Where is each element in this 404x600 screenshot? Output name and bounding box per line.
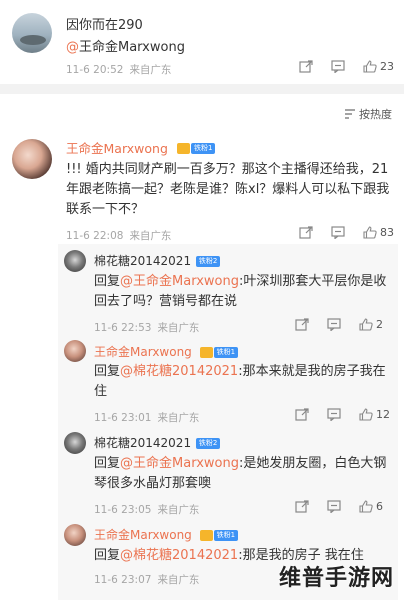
share-icon[interactable] bbox=[299, 226, 313, 239]
comment-text: !!! 婚内共同财产刷一百多万？那这个主播得还给我，21年跟老陈搞一起？老陈是谁… bbox=[66, 162, 390, 217]
section-divider bbox=[0, 84, 404, 94]
reply-time: 11-6 23:05 bbox=[94, 503, 152, 516]
reply-word: 回复 bbox=[94, 274, 121, 289]
reply-source: 来自广东 bbox=[157, 322, 200, 334]
comment-actions: 83 bbox=[281, 226, 394, 239]
reply-source: 来自广东 bbox=[157, 574, 200, 586]
thumbs-up-icon[interactable] bbox=[359, 500, 373, 513]
reply-time: 11-6 22:53 bbox=[94, 321, 152, 334]
share-icon[interactable] bbox=[295, 500, 309, 513]
reply-time: 11-6 23:07 bbox=[94, 573, 152, 586]
comment-time: 11-6 22:08 bbox=[66, 229, 124, 242]
reply-source: 来自广东 bbox=[157, 412, 200, 424]
reply-header: 棉花糖20142021 铁粉2 bbox=[94, 252, 221, 269]
reply-header: 棉花糖20142021 铁粉2 bbox=[94, 434, 221, 451]
fans-badge: 铁粉1 bbox=[213, 530, 239, 541]
comment-meta: 11-6 22:08 来自广东 bbox=[66, 228, 171, 243]
top-comment: 因你而在290 @王命金Marxwong 11-6 20:52 来自广东 23 bbox=[0, 0, 404, 84]
avatar[interactable] bbox=[12, 13, 52, 53]
reply-actions: 2 bbox=[277, 318, 390, 331]
share-icon[interactable] bbox=[295, 318, 309, 331]
like-count: 83 bbox=[380, 226, 394, 239]
reply-username[interactable]: 王命金Marxwong bbox=[94, 528, 192, 542]
reply-username[interactable]: 棉花糖20142021 bbox=[94, 254, 191, 268]
comment-icon[interactable] bbox=[331, 226, 345, 239]
mention-name[interactable]: @王命金Marxwong bbox=[120, 456, 239, 471]
thumbs-up-icon[interactable] bbox=[363, 226, 377, 239]
crown-icon bbox=[199, 347, 213, 358]
reply-meta: 11-6 23:01 来自广东 bbox=[94, 410, 199, 425]
comment-username[interactable]: 因你而在290 bbox=[66, 14, 143, 33]
reply-username[interactable]: 王命金Marxwong bbox=[94, 345, 192, 359]
reply-meta: 11-6 22:53 来自广东 bbox=[94, 320, 199, 335]
sort-icon bbox=[345, 109, 355, 119]
crown-icon bbox=[199, 530, 213, 541]
comment-icon[interactable] bbox=[327, 408, 341, 421]
comment-username[interactable]: 王命金Marxwong bbox=[66, 141, 168, 156]
reply-header: 王命金Marxwong 铁粉1 bbox=[94, 526, 239, 543]
reply-word: 回复 bbox=[94, 364, 121, 379]
comment-source: 来自广东 bbox=[129, 230, 172, 242]
comment-actions: 23 bbox=[281, 60, 394, 73]
like-count: 2 bbox=[376, 318, 383, 331]
mention-name[interactable]: @棉花糖20142021 bbox=[120, 364, 238, 379]
reply-time: 11-6 23:01 bbox=[94, 411, 152, 424]
fans-badge: 铁粉1 bbox=[213, 347, 239, 358]
reply-meta: 11-6 23:05 来自广东 bbox=[94, 502, 199, 517]
sort-label: 按热度 bbox=[359, 108, 392, 121]
reply-actions: 6 bbox=[277, 500, 390, 513]
sort-by-hot-button[interactable]: 按热度 bbox=[344, 106, 392, 122]
reply-word: 回复 bbox=[94, 456, 121, 471]
reply-username[interactable]: 棉花糖20142021 bbox=[94, 436, 191, 450]
reply-thread: 棉花糖20142021 铁粉2 回复@王命金Marxwong:叶深圳那套大平层你… bbox=[58, 244, 398, 600]
fans-badge: 铁粉1 bbox=[190, 143, 216, 154]
thumbs-up-icon[interactable] bbox=[359, 408, 373, 421]
mention-prefix[interactable]: @ bbox=[66, 40, 79, 55]
comment-meta: 11-6 20:52 来自广东 bbox=[66, 62, 171, 77]
like-count: 6 bbox=[376, 500, 383, 513]
reply-word: 回复 bbox=[94, 548, 121, 563]
mention-name[interactable]: 王命金Marxwong bbox=[79, 40, 185, 55]
avatar[interactable] bbox=[64, 432, 86, 454]
mention-name[interactable]: @棉花糖20142021 bbox=[120, 548, 238, 563]
reply-text: 回复@王命金Marxwong:是她发朋友圈，白色大钢琴很多水晶灯那套噢 bbox=[94, 454, 392, 494]
reply-text: 回复@王命金Marxwong:叶深圳那套大平层你是收回去了吗？营销号都在说 bbox=[94, 272, 392, 312]
reply-text: 回复@棉花糖20142021:那本来就是我的房子我在住 bbox=[94, 362, 392, 402]
avatar[interactable] bbox=[64, 340, 86, 362]
fans-badge: 铁粉2 bbox=[195, 256, 221, 267]
thumbs-up-icon[interactable] bbox=[363, 60, 377, 73]
mention-name[interactable]: @王命金Marxwong bbox=[120, 274, 239, 289]
like-count: 12 bbox=[376, 408, 390, 421]
reply-meta: 11-6 23:07 来自广东 bbox=[94, 572, 199, 587]
avatar[interactable] bbox=[64, 524, 86, 546]
like-count: 23 bbox=[380, 60, 394, 73]
comment-text: @王命金Marxwong bbox=[66, 36, 185, 55]
crown-icon bbox=[176, 143, 190, 154]
fans-badge: 铁粉2 bbox=[195, 438, 221, 449]
comment-icon[interactable] bbox=[331, 60, 345, 73]
avatar[interactable] bbox=[12, 139, 52, 179]
reply-source: 来自广东 bbox=[157, 504, 200, 516]
avatar[interactable] bbox=[64, 250, 86, 272]
reply-actions: 12 bbox=[277, 408, 390, 421]
comment-source: 来自广东 bbox=[129, 64, 172, 76]
site-watermark: 维普手游网 bbox=[278, 566, 394, 591]
comment-time: 11-6 20:52 bbox=[66, 63, 124, 76]
thumbs-up-icon[interactable] bbox=[359, 318, 373, 331]
share-icon[interactable] bbox=[299, 60, 313, 73]
share-icon[interactable] bbox=[295, 408, 309, 421]
comment-icon[interactable] bbox=[327, 500, 341, 513]
comment-icon[interactable] bbox=[327, 318, 341, 331]
reply-header: 王命金Marxwong 铁粉1 bbox=[94, 343, 239, 360]
main-comment-header: 王命金Marxwong 铁粉1 bbox=[66, 138, 216, 157]
